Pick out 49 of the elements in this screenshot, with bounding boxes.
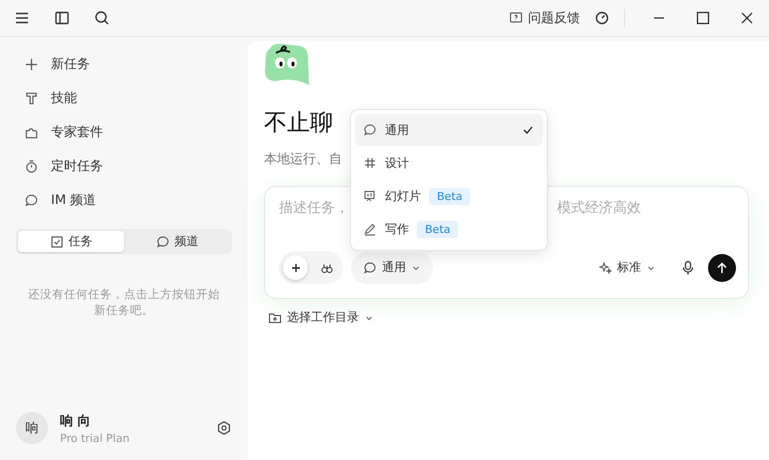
add-button[interactable]: [283, 255, 308, 280]
pen-icon: [363, 222, 377, 236]
sidebar-item[interactable]: 专家套件: [16, 115, 232, 149]
menu-item[interactable]: 设计: [355, 147, 543, 179]
page-title: 不止聊: [264, 109, 333, 138]
slides-icon: [363, 189, 377, 203]
menu-item[interactable]: 幻灯片 Beta: [355, 180, 543, 212]
avatar[interactable]: 响: [16, 412, 48, 444]
sidebar-tab[interactable]: 任务: [18, 231, 124, 252]
user-name: 响 向: [60, 412, 92, 430]
hash-icon: [363, 156, 377, 170]
sidebar-toggle-icon[interactable]: [54, 10, 70, 26]
plus-icon: [24, 56, 39, 72]
mode-dropdown[interactable]: 通用: [351, 252, 433, 284]
placeholder-text: 模式经济高效: [557, 199, 641, 218]
gauge-icon[interactable]: [594, 10, 610, 26]
quality-dropdown[interactable]: 标准: [592, 258, 662, 277]
plan-label: Pro trial Plan: [60, 432, 131, 444]
help-icon: [509, 11, 523, 25]
sidebar-item[interactable]: 定时任务: [16, 149, 232, 183]
microphone-icon[interactable]: [680, 260, 696, 276]
beta-badge: Beta: [429, 188, 470, 204]
search-icon[interactable]: [94, 10, 110, 26]
arrow-up-icon: [715, 260, 729, 274]
empty-message: 还没有任何任务，点击上方按钮开始新任务吧。: [27, 286, 221, 318]
beta-badge: Beta: [417, 220, 458, 238]
checkbox-icon: [50, 234, 64, 248]
settings-icon[interactable]: [216, 420, 232, 436]
timer-icon: [24, 158, 39, 174]
chat-icon: [24, 192, 39, 208]
folder-selector[interactable]: 选择工作目录: [264, 309, 378, 326]
placeholder-text: 描述任务，: [279, 199, 349, 218]
sidebar-tab[interactable]: 频道: [124, 231, 230, 252]
sidebar-item[interactable]: 新任务: [16, 47, 232, 81]
sidebar-item[interactable]: IM 频道: [16, 183, 232, 217]
feedback-button[interactable]: 问题反馈: [501, 9, 588, 27]
menu-item[interactable]: 写作 Beta: [355, 213, 543, 245]
chat-icon: [156, 234, 170, 248]
chat-icon: [363, 260, 377, 274]
sparkle-icon: [598, 260, 612, 274]
close-icon[interactable]: [739, 10, 755, 26]
menu-item[interactable]: 通用: [355, 114, 543, 146]
folder-icon: [268, 310, 282, 324]
subtitle: 本地运行、自: [264, 151, 342, 168]
sidebar-item[interactable]: 技能: [16, 81, 232, 115]
maximize-icon[interactable]: [695, 10, 711, 26]
chat-icon: [363, 123, 377, 137]
menu-icon[interactable]: [14, 10, 30, 26]
send-button[interactable]: [708, 254, 736, 282]
